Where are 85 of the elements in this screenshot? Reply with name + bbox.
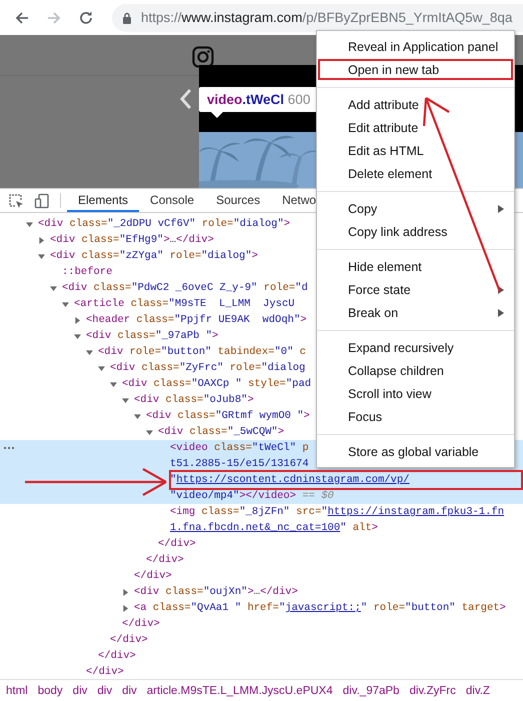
tooltip-pointer (211, 112, 223, 118)
caret-icon[interactable] (74, 332, 81, 340)
caret-icon[interactable] (74, 316, 81, 324)
breadcrumb-item[interactable]: body (32, 684, 68, 696)
code-line: </div> (146, 553, 184, 568)
link[interactable]: 1.fna.fbcdn.net&_nc_cat=100 (170, 522, 340, 534)
code-line: </div> (134, 569, 172, 584)
caret-icon[interactable] (86, 348, 93, 356)
code-line: ::before (62, 265, 112, 280)
caret-icon[interactable] (26, 220, 33, 228)
code-line: <div class="oJub8"> (134, 393, 254, 408)
chevron-left-icon[interactable] (180, 88, 192, 110)
code-line: </div> (122, 617, 160, 632)
link[interactable]: javascript:; (285, 602, 361, 614)
menu-item[interactable]: Focus (317, 405, 514, 428)
menu-item[interactable]: Scroll into view (317, 382, 514, 405)
code-line: "video/mp4"></video> == $0 (170, 489, 334, 504)
inspect-icon[interactable] (8, 192, 24, 208)
devtools-tab[interactable]: Elements (67, 189, 140, 212)
menu-item[interactable]: Force state (317, 278, 514, 301)
breadcrumb-item[interactable]: article.M9sTE.L_LMM.JyscU.ePUX4 (142, 684, 338, 696)
link[interactable]: https://scontent.cdninstagram.com/vp/ (176, 474, 410, 486)
caret-icon[interactable] (98, 364, 105, 372)
code-line: </div> (110, 633, 148, 648)
code-line: <div class="EfHg9">…</div> (50, 233, 214, 248)
menu-item[interactable]: Expand recursively (317, 336, 514, 359)
code-line: <div class="oujXn">…</div> (134, 585, 298, 600)
devtools-tab[interactable]: Sources (205, 189, 272, 212)
menu-item[interactable]: Collapse children (317, 359, 514, 382)
menu-item[interactable]: Add attribute (317, 93, 514, 116)
caret-icon[interactable] (122, 396, 129, 404)
more-icon[interactable] (3, 446, 15, 450)
menu-item[interactable]: Hide element (317, 255, 514, 278)
caret-icon[interactable] (50, 284, 57, 292)
breadcrumb-item[interactable]: div.ZyFrc (404, 684, 461, 696)
address-bar[interactable]: https://www.instagram.com/p/BFByZprEBN5_YrmItAQ5w_8qa (112, 4, 523, 32)
code-line: <video class="tWeCl" p (170, 441, 309, 456)
breadcrumb-item[interactable]: div (68, 684, 92, 696)
menu-item[interactable]: Edit attribute (317, 116, 514, 139)
code-line: <div class="GRtmf wymO0 "> (146, 409, 310, 424)
menu-item[interactable]: Reveal in Application panel (317, 35, 514, 58)
menu-item[interactable]: Open in new tab (317, 58, 514, 81)
breadcrumb-item[interactable]: div.Z (460, 684, 495, 696)
caret-icon[interactable] (122, 604, 129, 612)
device-icon[interactable] (34, 192, 50, 208)
code-line: <div class="PdwC2 _6oveC Z_y-9" role="d (62, 281, 308, 296)
caret-icon[interactable] (38, 236, 45, 244)
code-line: <div class="_97aPb "> (86, 329, 218, 344)
link[interactable]: https://instagram.fpku3-1.fn (328, 506, 504, 518)
code-line: <header class="Ppjfr UE9AK wdOqh"> (86, 313, 307, 328)
caret-icon[interactable] (122, 588, 129, 596)
menu-item[interactable]: Delete element (317, 162, 514, 185)
code-line: </div> (98, 649, 136, 664)
caret-icon[interactable] (38, 252, 45, 260)
camera-logo-icon[interactable] (192, 46, 214, 68)
breadcrumb-item[interactable]: div (92, 684, 118, 696)
code-line: </div> (86, 665, 124, 679)
code-line: <div class="_2dDPU vCf6V" role="dialog"> (38, 217, 290, 232)
code-line: <div class="OAXCp " style="pad (122, 377, 312, 392)
menu-item[interactable]: Copy link address (317, 220, 514, 243)
code-line: <article class="M9sTE L_LMM JyscU (74, 297, 296, 312)
code-line: t51.2885-15/e15/131674 (170, 457, 309, 472)
code-line: </div> (158, 537, 196, 552)
reload-icon[interactable] (78, 10, 94, 26)
code-text: <a class="QvAa1 " href=" (134, 602, 286, 614)
caret-icon[interactable] (110, 380, 117, 388)
breadcrumb-item[interactable]: div (117, 684, 142, 696)
code-text: " role="button" target> (360, 602, 506, 614)
back-icon[interactable] (14, 10, 30, 26)
caret-icon[interactable] (62, 300, 69, 308)
devtools-tab[interactable]: Console (139, 189, 206, 212)
breadcrumb-item[interactable]: html (1, 684, 33, 696)
breadcrumb-item[interactable]: div._97aPb (338, 684, 404, 696)
menu-item[interactable]: Break on (317, 301, 514, 324)
code-line: <div class="ZyFrc" role="dialog (110, 361, 306, 376)
lock-icon (122, 12, 132, 24)
menu-item[interactable]: Edit as HTML (317, 139, 514, 162)
code-text: " alt> (340, 522, 378, 534)
code-text: <img class="_8jZFn" src=" (170, 506, 328, 518)
code-text: " (170, 474, 176, 486)
code-line: <div role="button" tabindex="0" c (98, 345, 306, 360)
code-line: <div class="_5wCQW"> (158, 425, 284, 440)
caret-icon[interactable] (134, 412, 141, 420)
caret-icon[interactable] (146, 428, 153, 436)
code-line: <div class="zZYga" role="dialog"> (50, 249, 258, 264)
